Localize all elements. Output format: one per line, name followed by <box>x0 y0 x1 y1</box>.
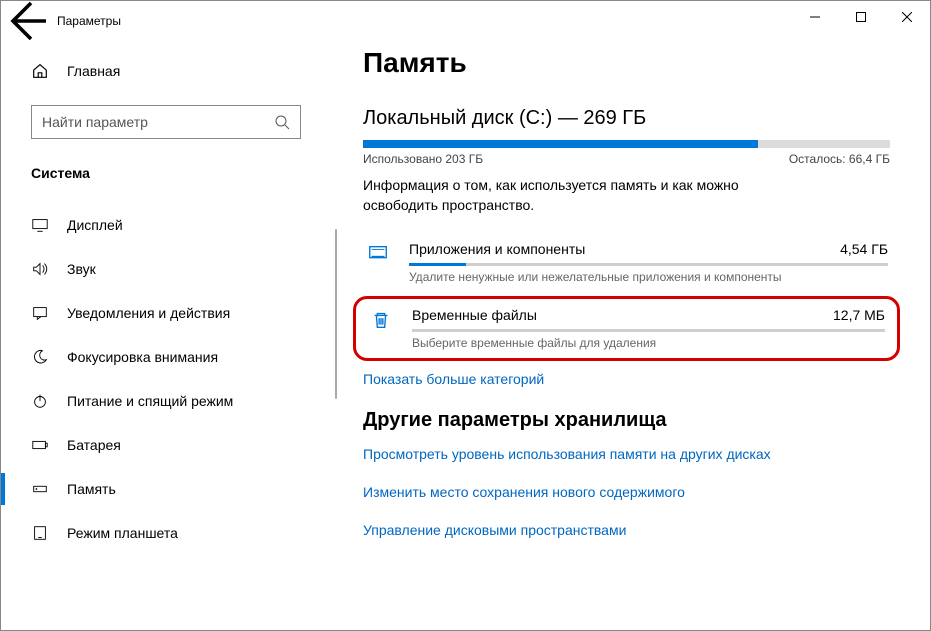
description: Информация о том, как используется памят… <box>363 176 803 215</box>
sidebar-item-label: Уведомления и действия <box>67 305 230 321</box>
sidebar-item-label: Режим планшета <box>67 525 178 541</box>
apps-icon <box>365 241 391 265</box>
nav-list: Дисплей Звук Уведомления и действия Фоку… <box>1 203 331 555</box>
link-change-save[interactable]: Изменить место сохранения нового содержи… <box>363 484 890 500</box>
trash-icon <box>368 307 394 331</box>
entry-body: Временные файлы 12,7 МБ Выберите временн… <box>412 307 885 350</box>
sidebar-item-focus[interactable]: Фокусировка внимания <box>1 335 331 379</box>
sidebar-item-notifications[interactable]: Уведомления и действия <box>1 291 331 335</box>
sidebar-item-label: Батарея <box>67 437 121 453</box>
settings-window: Параметры Главная Найти параметр Система… <box>0 0 931 631</box>
entry-sub: Выберите временные файлы для удаления <box>412 336 885 350</box>
disk-usage-fill <box>363 140 758 148</box>
link-more-categories[interactable]: Показать больше категорий <box>363 371 890 387</box>
titlebar: Параметры <box>1 1 930 41</box>
minimize-icon <box>810 12 820 22</box>
disk-labels: Использовано 203 ГБ Осталось: 66,4 ГБ <box>363 152 890 166</box>
tablet-icon <box>31 524 49 542</box>
entry-temp[interactable]: Временные файлы 12,7 МБ Выберите временн… <box>366 307 887 350</box>
link-storage-spaces[interactable]: Управление дисковыми пространствами <box>363 522 890 538</box>
entry-bar-fill <box>409 263 466 266</box>
notifications-icon <box>31 304 49 322</box>
sidebar: Главная Найти параметр Система Дисплей З… <box>1 41 331 630</box>
scroll-indicator[interactable] <box>335 229 337 399</box>
arrow-left-icon <box>1 0 49 45</box>
sidebar-item-display[interactable]: Дисплей <box>1 203 331 247</box>
sidebar-category: Система <box>31 165 331 181</box>
entry-bar <box>412 329 885 332</box>
entry-title: Приложения и компоненты <box>409 241 585 257</box>
sidebar-item-tablet[interactable]: Режим планшета <box>1 511 331 555</box>
sidebar-item-label: Звук <box>67 261 96 277</box>
free-label: Осталось: 66,4 ГБ <box>789 152 890 166</box>
window-title: Параметры <box>57 14 121 28</box>
used-label: Использовано 203 ГБ <box>363 152 483 166</box>
home-label: Главная <box>67 63 120 79</box>
home-icon <box>31 62 49 80</box>
disk-title: Локальный диск (C:) — 269 ГБ <box>363 107 890 130</box>
sidebar-item-label: Питание и спящий режим <box>67 393 233 409</box>
entry-bar <box>409 263 888 266</box>
highlight-box: Временные файлы 12,7 МБ Выберите временн… <box>353 296 900 361</box>
search-placeholder: Найти параметр <box>42 114 148 130</box>
close-button[interactable] <box>884 1 930 33</box>
minimize-button[interactable] <box>792 1 838 33</box>
sidebar-item-sound[interactable]: Звук <box>1 247 331 291</box>
sidebar-item-power[interactable]: Питание и спящий режим <box>1 379 331 423</box>
entry-apps[interactable]: Приложения и компоненты 4,54 ГБ Удалите … <box>363 235 890 290</box>
body: Главная Найти параметр Система Дисплей З… <box>1 41 930 630</box>
search-input[interactable]: Найти параметр <box>31 105 301 139</box>
sound-icon <box>31 260 49 278</box>
power-icon <box>31 392 49 410</box>
page-title: Память <box>363 47 890 79</box>
link-other-disks[interactable]: Просмотреть уровень использования памяти… <box>363 446 890 462</box>
entry-body: Приложения и компоненты 4,54 ГБ Удалите … <box>409 241 888 284</box>
home-link[interactable]: Главная <box>1 51 331 91</box>
maximize-icon <box>856 12 866 22</box>
battery-icon <box>31 436 49 454</box>
sidebar-item-label: Фокусировка внимания <box>67 349 218 365</box>
entry-sub: Удалите ненужные или нежелательные прило… <box>409 270 888 284</box>
entry-size: 4,54 ГБ <box>840 241 888 257</box>
other-header: Другие параметры хранилища <box>363 409 890 432</box>
close-icon <box>902 12 912 22</box>
search-icon <box>274 114 290 130</box>
entry-size: 12,7 МБ <box>833 307 885 323</box>
entry-title: Временные файлы <box>412 307 537 323</box>
sidebar-item-storage[interactable]: Память <box>1 467 331 511</box>
back-button[interactable] <box>1 1 49 41</box>
display-icon <box>31 216 49 234</box>
sidebar-item-label: Память <box>67 481 116 497</box>
disk-usage-bar <box>363 140 890 148</box>
sidebar-item-label: Дисплей <box>67 217 123 233</box>
sidebar-item-battery[interactable]: Батарея <box>1 423 331 467</box>
storage-icon <box>31 480 49 498</box>
maximize-button[interactable] <box>838 1 884 33</box>
window-controls <box>792 1 930 33</box>
content: Память Локальный диск (C:) — 269 ГБ Испо… <box>331 41 930 630</box>
moon-icon <box>31 348 49 366</box>
